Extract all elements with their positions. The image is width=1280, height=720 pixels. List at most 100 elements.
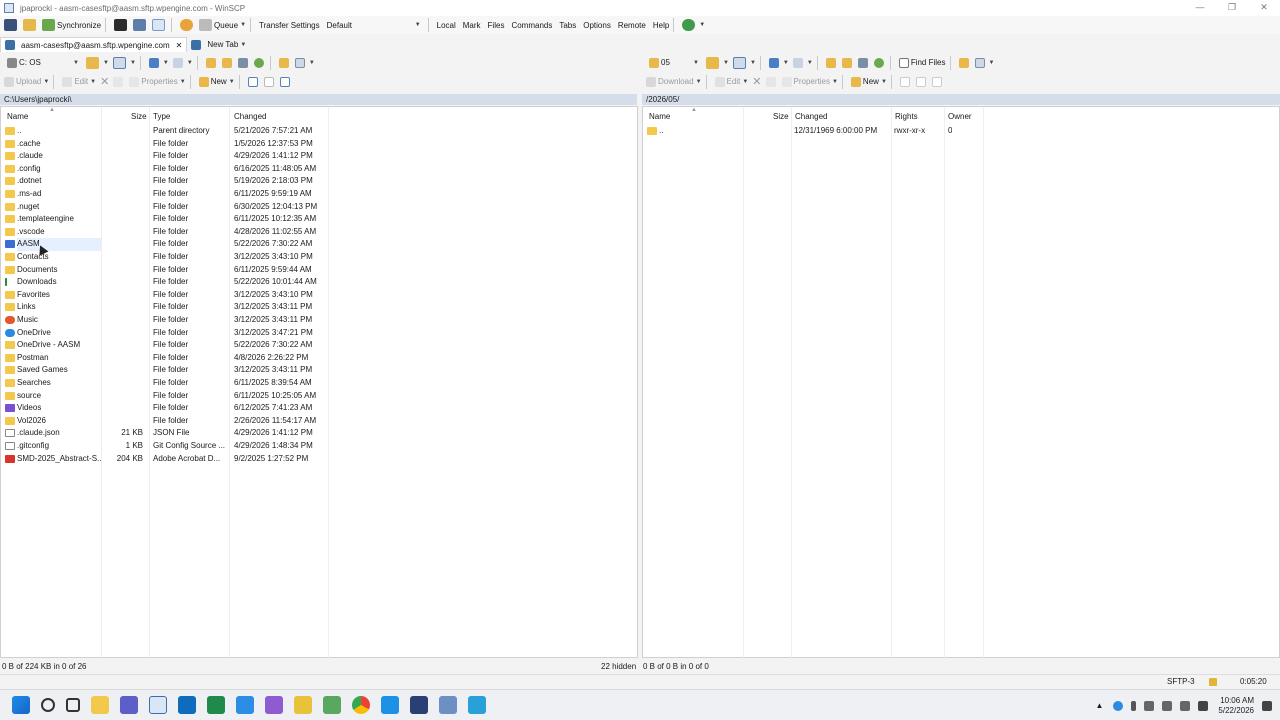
chevron-up-icon[interactable]: ▲	[1095, 701, 1103, 710]
table-row[interactable]: Saved Games File folder 3/12/2025 3:43:11 …	[1, 364, 637, 377]
vscode-icon[interactable]	[235, 696, 254, 714]
right-rename-button[interactable]	[765, 74, 778, 90]
table-row[interactable]: Vol2026 File folder 2/26/2026 11:54:17 AM	[1, 415, 637, 428]
notes-icon[interactable]	[467, 696, 486, 714]
right-filter-button[interactable]: ▼	[732, 55, 756, 71]
table-row[interactable]: .. Parent directory 5/21/2026 7:57:21 AM	[1, 125, 637, 138]
table-row[interactable]: SMD-2025_Abstract-S... 204 KB Adobe Acroba…	[1, 453, 637, 466]
remote-folder-select[interactable]: 05 ▼	[646, 56, 702, 69]
left-select-all-button[interactable]	[247, 74, 260, 90]
table-row[interactable]: OneDrive - AASM File folder 5/22/2026 7:30…	[1, 339, 637, 352]
left-view-button[interactable]: ▼	[294, 55, 315, 71]
table-row[interactable]: Postman File folder 4/8/2026 2:26:22 PM	[1, 352, 637, 365]
notification-bell-icon[interactable]	[1262, 700, 1272, 711]
table-row[interactable]: Links File folder 3/12/2025 3:43:11 PM	[1, 301, 637, 314]
left-refresh-button[interactable]	[253, 55, 266, 71]
col-size[interactable]: Size	[773, 112, 789, 121]
col-name[interactable]: Name	[7, 112, 28, 121]
table-row[interactable]: .cache File folder 1/5/2026 12:37:53 PM	[1, 138, 637, 151]
right-select-all-button[interactable]	[899, 74, 912, 90]
notepad-icon[interactable]	[322, 696, 341, 714]
new-session-button[interactable]	[4, 17, 19, 33]
microphone-icon[interactable]	[1131, 700, 1137, 711]
table-row[interactable]: .ms-ad File folder 6/11/2025 9:59:19 AM	[1, 188, 637, 201]
left-open-folder-button[interactable]: ▼	[86, 55, 109, 71]
download-button[interactable]: Download ▼	[646, 74, 702, 90]
table-row[interactable]: .dotnet File folder 5/19/2026 2:18:03 PM	[1, 175, 637, 188]
compare-button[interactable]	[23, 17, 38, 33]
outlook-icon[interactable]	[177, 696, 196, 714]
right-bookmarks-button[interactable]	[958, 55, 971, 71]
table-row[interactable]: AASM File folder 5/22/2026 7:30:22 AM	[1, 238, 637, 251]
right-path-bar[interactable]: /2026/05/	[642, 94, 1280, 105]
upload-button[interactable]: Upload ▼	[4, 74, 49, 90]
left-unselect-button[interactable]	[263, 74, 276, 90]
update-check-button[interactable]: ▼	[682, 17, 705, 33]
terminal-button[interactable]	[114, 17, 129, 33]
right-edit-button[interactable]: Edit ▼	[714, 74, 748, 90]
menu-help[interactable]: Help	[653, 17, 669, 33]
queue-button[interactable]: Queue ▼	[199, 17, 246, 33]
right-view-button[interactable]: ▼	[974, 55, 994, 71]
restore-button[interactable]: ❐	[1216, 0, 1248, 16]
remote-file-list[interactable]: Name ▲ Size Changed Rights Owner .. 12/31…	[642, 106, 1280, 659]
table-row[interactable]: .vscode File folder 4/28/2026 11:02:55 AM	[1, 226, 637, 239]
right-back-button[interactable]: ▼	[768, 55, 789, 71]
table-row[interactable]: Contacts File folder 3/12/2025 3:43:10 PM	[1, 251, 637, 264]
left-back-button[interactable]: ▼	[148, 55, 169, 71]
left-path-bar[interactable]: C:\Users\jpaprocki\	[0, 94, 637, 105]
teams-icon[interactable]	[119, 696, 138, 714]
start-button-icon[interactable]	[11, 696, 30, 714]
table-row[interactable]: Downloads File folder 5/22/2026 10:01:44 A…	[1, 276, 637, 289]
table-row[interactable]: .nuget File folder 6/30/2025 12:04:13 PM	[1, 201, 637, 214]
right-refresh-button[interactable]	[873, 55, 886, 71]
table-row[interactable]: OneDrive File folder 3/12/2025 3:47:21 PM	[1, 327, 637, 340]
drive-select[interactable]: C: OS ▼	[4, 56, 82, 69]
excel-icon[interactable]	[206, 696, 225, 714]
task-view-icon[interactable]	[65, 698, 80, 712]
clock[interactable]: 10:06 AM 5/22/2026	[1218, 696, 1254, 716]
chrome-icon[interactable]	[351, 696, 370, 714]
winscp-taskbar-icon[interactable]	[438, 696, 457, 714]
right-unselect-button[interactable]	[915, 74, 928, 90]
close-window-button[interactable]: ✕	[1248, 0, 1280, 16]
left-root-dir-button[interactable]	[221, 55, 234, 71]
session-tab[interactable]: aasm-casesftp@aasm.sftp.wpengine.com ✕	[0, 37, 188, 52]
menu-files[interactable]: Files	[488, 17, 505, 33]
right-filter-select-button[interactable]	[931, 74, 944, 90]
col-changed[interactable]: Changed	[795, 112, 827, 121]
right-open-folder-button[interactable]: ▼	[706, 55, 729, 71]
search-icon[interactable]	[40, 698, 55, 712]
left-bookmarks-button[interactable]	[278, 55, 291, 71]
table-row[interactable]: .. 12/31/1969 6:00:00 PM rwxr-xr-x 0	[643, 125, 1279, 138]
monitor-icon[interactable]	[1144, 700, 1155, 711]
menu-local[interactable]: Local	[437, 17, 456, 33]
xcode-icon[interactable]	[409, 696, 428, 714]
col-owner[interactable]: Owner	[948, 112, 972, 121]
left-parent-dir-button[interactable]	[205, 55, 218, 71]
preferences-button[interactable]	[180, 17, 195, 33]
putty-button[interactable]	[133, 17, 148, 33]
local-file-list[interactable]: Name ▲ Size Type Changed .. Parent direct…	[0, 106, 638, 659]
left-forward-button[interactable]: ▼	[172, 55, 193, 71]
visual-studio-icon[interactable]	[264, 696, 283, 714]
table-row[interactable]: Searches File folder 6/11/2025 8:39:54 AM	[1, 377, 637, 390]
table-row[interactable]: .claude File folder 4/29/2026 1:41:12 PM	[1, 150, 637, 163]
table-row[interactable]: .gitconfig 1 KB Git Config Source ... 4/29/…	[1, 440, 637, 453]
left-edit-button[interactable]: Edit ▼	[62, 74, 96, 90]
left-filter-button[interactable]: ▼	[112, 55, 136, 71]
right-forward-button[interactable]: ▼	[792, 55, 813, 71]
table-row[interactable]: Documents File folder 6/11/2025 9:59:44 AM	[1, 264, 637, 277]
col-changed[interactable]: Changed	[234, 112, 266, 121]
synchronize-button[interactable]: Synchronize	[42, 17, 101, 33]
hidden-files-status[interactable]: 22 hidden	[601, 660, 636, 673]
left-home-button[interactable]	[237, 55, 250, 71]
left-filter-select-button[interactable]	[279, 74, 292, 90]
right-parent-dir-button[interactable]	[825, 55, 838, 71]
table-row[interactable]: Favorites File folder 3/12/2025 3:43:10 PM	[1, 289, 637, 302]
table-row[interactable]: .claude.json 21 KB JSON File 4/29/2026 1:41…	[1, 427, 637, 440]
snipping-tool-icon[interactable]	[148, 696, 167, 714]
find-files-button[interactable]: Find Files	[898, 55, 946, 71]
menu-commands[interactable]: Commands	[511, 17, 552, 33]
table-row[interactable]: source File folder 6/11/2025 10:25:05 AM	[1, 390, 637, 403]
